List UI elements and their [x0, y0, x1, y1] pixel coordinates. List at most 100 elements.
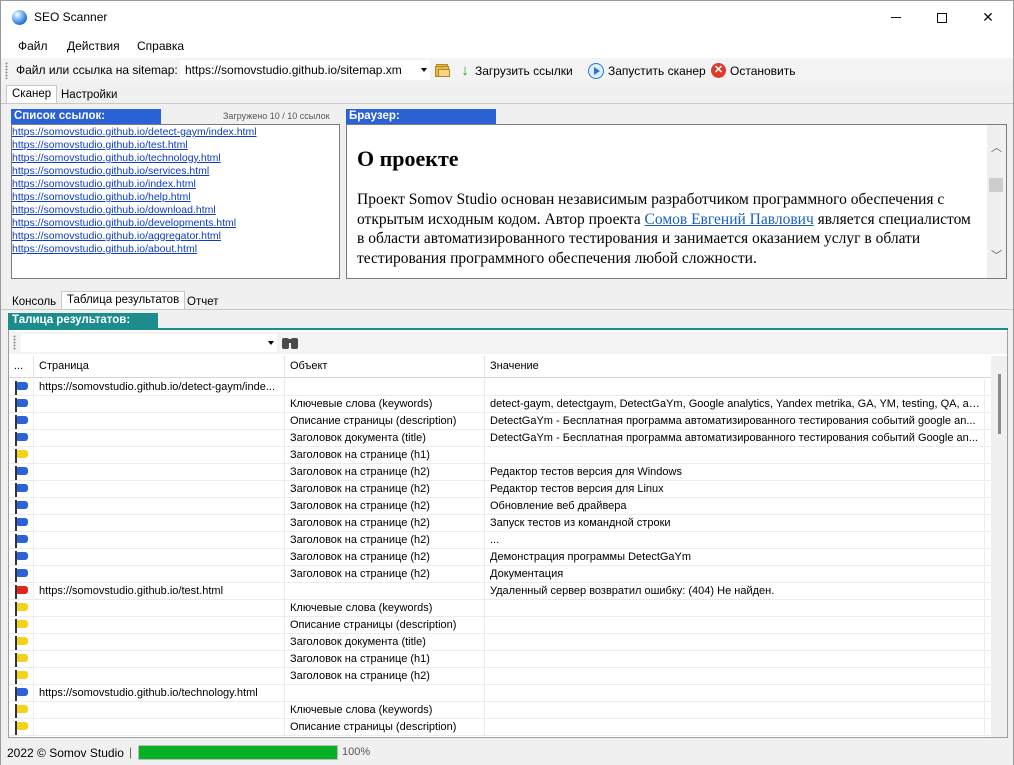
row-flag-cell	[9, 719, 34, 736]
row-page-cell: https://somovstudio.github.io/technology…	[34, 685, 285, 702]
results-grid-header: ... Страница Объект Значение	[9, 356, 991, 378]
table-row[interactable]: https://somovstudio.github.io/technology…	[9, 685, 991, 702]
link-item[interactable]: https://somovstudio.github.io/about.html	[12, 243, 338, 256]
row-page-cell	[34, 634, 285, 651]
row-object-cell: Заголовок на странице (h2)	[285, 668, 485, 685]
stop-icon: ✕	[711, 63, 726, 78]
filter-grip[interactable]	[13, 335, 16, 350]
table-row[interactable]: Заголовок на странице (h2)...	[9, 532, 991, 549]
column-value[interactable]: Значение	[485, 356, 985, 378]
open-file-button[interactable]	[435, 61, 451, 80]
row-object-cell: Заголовок на странице (h2)	[285, 549, 485, 566]
results-scrollbar[interactable]	[991, 356, 1007, 737]
table-row[interactable]: Ключевые слова (keywords) detect-gaym, de…	[9, 396, 991, 413]
table-row[interactable]: Заголовок документа (title)	[9, 634, 991, 651]
table-row[interactable]: Заголовок на странице (h2) Редактор тесто…	[9, 464, 991, 481]
binoculars-icon[interactable]	[281, 335, 299, 350]
table-row[interactable]: Ключевые слова (keywords)	[9, 702, 991, 719]
status-bar: 2022 © Somov Studio | 100%	[1, 741, 1013, 765]
row-flag-cell	[9, 583, 34, 600]
start-scanner-label: Запустить сканер	[608, 63, 706, 78]
row-value-cell	[485, 600, 985, 617]
play-icon	[588, 62, 604, 79]
table-row[interactable]: Заголовок документа (title) DetectGaYm - …	[9, 430, 991, 447]
row-flag-cell	[9, 651, 34, 668]
tab-results[interactable]: Таблица результатов	[61, 291, 186, 309]
menu-file[interactable]: Файл	[18, 39, 48, 53]
row-value-cell: DetectGaYm - Бесплатная программа автома…	[485, 430, 985, 447]
browser-scrollbar[interactable]: ︿ ﹀	[987, 125, 1006, 278]
yellow-flag-icon	[14, 619, 30, 633]
menu-bar: Файл Действия Справка	[1, 34, 1013, 58]
links-panel-header: Список ссылок:	[11, 109, 161, 125]
table-row[interactable]: Описание страницы (description) DetectGaY…	[9, 413, 991, 430]
results-scroll-thumb[interactable]	[998, 374, 1001, 434]
menu-help[interactable]: Справка	[137, 39, 184, 53]
row-flag-cell	[9, 566, 34, 583]
chevron-down-icon[interactable]	[268, 341, 274, 345]
minimize-button[interactable]	[873, 1, 919, 34]
maximize-icon	[937, 12, 947, 23]
yellow-flag-icon	[14, 602, 30, 616]
link-item[interactable]: https://somovstudio.github.io/technology…	[12, 152, 338, 165]
table-row[interactable]: Заголовок на странице (h2) Демонстрация п…	[9, 549, 991, 566]
column-page[interactable]: Страница	[34, 356, 285, 378]
table-row[interactable]: https://somovstudio.github.io/detect-gay…	[9, 379, 991, 396]
blue-flag-icon	[14, 500, 30, 514]
column-object[interactable]: Объект	[285, 356, 485, 378]
toolbar-grip[interactable]	[5, 62, 8, 79]
link-item[interactable]: https://somovstudio.github.io/detect-gay…	[12, 126, 338, 139]
row-page-cell	[34, 549, 285, 566]
table-row[interactable]: Заголовок на странице (h2) Редактор тесто…	[9, 481, 991, 498]
table-row[interactable]: Заголовок на странице (h2) Документация	[9, 566, 991, 583]
chevron-down-icon[interactable]	[421, 68, 427, 72]
maximize-button[interactable]	[919, 1, 965, 34]
row-value-cell	[485, 379, 985, 396]
table-row[interactable]: Описание страницы (description)	[9, 719, 991, 736]
table-row[interactable]: Заголовок на странице (h2) Запуск тестов …	[9, 515, 991, 532]
load-links-button[interactable]: ↓ Загрузить ссылки	[459, 61, 572, 80]
table-row[interactable]: Заголовок на странице (h1)	[9, 447, 991, 464]
browser-scroll-thumb[interactable]	[989, 178, 1003, 192]
filter-combo[interactable]	[21, 334, 277, 352]
link-item[interactable]: https://somovstudio.github.io/developmen…	[12, 217, 338, 230]
link-item[interactable]: https://somovstudio.github.io/services.h…	[12, 165, 338, 178]
row-value-cell: detect-gaym, detectgaym, DetectGaYm, Goo…	[485, 396, 985, 413]
tab-scanner[interactable]: Сканер	[6, 85, 58, 103]
row-flag-cell	[9, 549, 34, 566]
link-item[interactable]: https://somovstudio.github.io/aggregator…	[12, 230, 338, 243]
row-object-cell	[285, 685, 485, 702]
row-value-cell: ...	[485, 532, 985, 549]
row-flag-cell	[9, 396, 34, 413]
sitemap-combo[interactable]: https://somovstudio.github.io/sitemap.xm	[180, 60, 430, 80]
row-page-cell	[34, 481, 285, 498]
row-page-cell	[34, 396, 285, 413]
row-flag-cell	[9, 600, 34, 617]
author-link[interactable]: Сомов Евгений Павлович	[645, 211, 814, 228]
table-row[interactable]: Ключевые слова (keywords)	[9, 600, 991, 617]
row-object-cell: Описание страницы (description)	[285, 413, 485, 430]
row-object-cell: Заголовок на странице (h2)	[285, 515, 485, 532]
table-row[interactable]: Заголовок на странице (h2)	[9, 668, 991, 685]
menu-actions[interactable]: Действия	[67, 39, 120, 53]
close-button[interactable]: ✕	[965, 1, 1011, 34]
column-flag[interactable]: ...	[9, 356, 34, 378]
start-scanner-button[interactable]: Запустить сканер	[588, 61, 706, 80]
stop-label: Остановить	[730, 63, 796, 78]
link-item[interactable]: https://somovstudio.github.io/help.html	[12, 191, 338, 204]
scroll-up-icon[interactable]: ︿	[987, 139, 1006, 155]
table-row[interactable]: Заголовок на странице (h2) Обновление веб…	[9, 498, 991, 515]
table-row[interactable]: https://somovstudio.github.io/test.html У…	[9, 583, 991, 600]
arrow-down-icon: ↓	[461, 62, 469, 79]
results-header: Талица результатов:	[8, 313, 158, 329]
table-row[interactable]: Описание страницы (description)	[9, 617, 991, 634]
link-item[interactable]: https://somovstudio.github.io/download.h…	[12, 204, 338, 217]
link-item[interactable]: https://somovstudio.github.io/test.html	[12, 139, 338, 152]
table-row[interactable]: Заголовок на странице (h1)	[9, 651, 991, 668]
stop-button[interactable]: ✕ Остановить	[711, 61, 796, 80]
scroll-down-icon[interactable]: ﹀	[987, 247, 1006, 263]
row-value-cell	[485, 668, 985, 685]
link-item[interactable]: https://somovstudio.github.io/index.html	[12, 178, 338, 191]
row-flag-cell	[9, 668, 34, 685]
row-flag-cell	[9, 379, 34, 396]
